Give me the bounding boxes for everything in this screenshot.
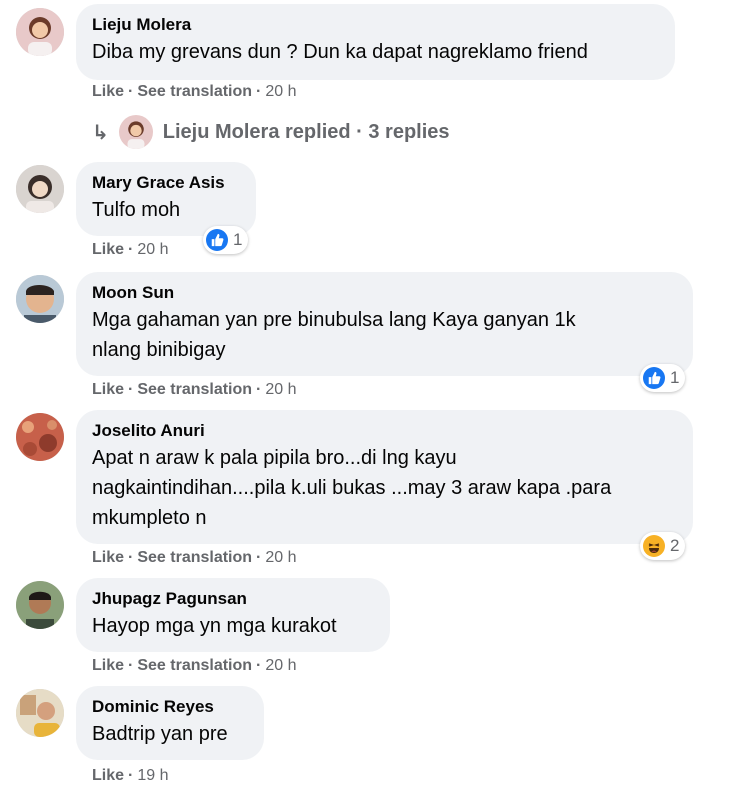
comment-text: Tulfo moh — [92, 199, 181, 221]
comment-author[interactable]: Jhupagz Pagunsan — [92, 589, 372, 609]
reaction-summary[interactable]: 1 — [203, 226, 249, 254]
separator: · — [128, 767, 134, 784]
timestamp[interactable]: 20 h — [265, 83, 296, 100]
comment-bubble: Lieju Molera Diba my grevans dun ? Dun k… — [76, 4, 675, 80]
comment-bubble: Joselito Anuri Apat n araw k pala pipila… — [76, 410, 693, 544]
like-link[interactable]: Like — [92, 83, 124, 100]
separator: · — [256, 657, 262, 674]
comment-bubble: Mary Grace Asis Tulfo moh — [76, 162, 256, 236]
comment-actions: Like · See translation · 20 h — [92, 380, 297, 400]
comment-bubble: Dominic Reyes Badtrip yan pre — [76, 686, 264, 760]
reaction-count: 2 — [670, 536, 680, 555]
timestamp[interactable]: 20 h — [137, 241, 168, 258]
like-link[interactable]: Like — [92, 657, 124, 674]
avatar[interactable] — [16, 689, 64, 737]
haha-icon — [643, 535, 665, 557]
comment-bubble: Moon Sun Mga gahaman yan pre binubulsa l… — [76, 272, 693, 376]
separator: · — [256, 83, 262, 100]
comment-author[interactable]: Lieju Molera — [92, 15, 657, 35]
separator: · — [128, 549, 134, 566]
like-icon — [206, 229, 228, 251]
avatar[interactable] — [16, 8, 64, 56]
comment-text: Apat n araw k pala pipila bro...di lng k… — [92, 447, 612, 529]
like-link[interactable]: Like — [92, 549, 124, 566]
see-translation-link[interactable]: See translation — [137, 549, 252, 566]
comment-text: Hayop mga yn mga kurakot — [92, 615, 337, 637]
separator: · — [256, 381, 262, 398]
see-translation-link[interactable]: See translation — [137, 381, 252, 398]
reply-arrow-icon: ↳ — [92, 121, 109, 144]
reaction-count: 1 — [670, 368, 680, 387]
comment-actions: Like · See translation · 20 h — [92, 548, 297, 568]
reaction-summary[interactable]: 2 — [640, 532, 686, 560]
view-replies-link[interactable]: ↳ Lieju Molera replied · 3 replies — [92, 114, 450, 150]
separator: · — [128, 83, 134, 100]
like-link[interactable]: Like — [92, 767, 124, 784]
comment-author[interactable]: Dominic Reyes — [92, 697, 246, 717]
separator: · — [128, 241, 134, 258]
timestamp[interactable]: 20 h — [265, 549, 296, 566]
separator: · — [128, 381, 134, 398]
reaction-count: 1 — [233, 230, 243, 249]
like-link[interactable]: Like — [92, 241, 124, 258]
comment-author[interactable]: Moon Sun — [92, 283, 675, 303]
comment-text: Badtrip yan pre — [92, 723, 228, 745]
timestamp[interactable]: 20 h — [265, 657, 296, 674]
separator: · — [128, 657, 134, 674]
comment-actions: Like · See translation · 20 h — [92, 82, 297, 102]
comment-text: Mga gahaman yan pre binubulsa lang Kaya … — [92, 309, 576, 361]
timestamp[interactable]: 19 h — [137, 767, 168, 784]
comment-text: Diba my grevans dun ? Dun ka dapat nagre… — [92, 41, 588, 63]
reaction-summary[interactable]: 1 — [640, 364, 686, 392]
like-link[interactable]: Like — [92, 381, 124, 398]
comment-actions: Like · 20 h — [92, 240, 168, 260]
replies-label: Lieju Molera replied · 3 replies — [162, 120, 450, 143]
comment-actions: Like · 19 h — [92, 766, 168, 786]
see-translation-link[interactable]: See translation — [137, 657, 252, 674]
avatar[interactable] — [16, 165, 64, 213]
comment-actions: Like · See translation · 20 h — [92, 656, 297, 676]
avatar[interactable] — [16, 275, 64, 323]
comment-author[interactable]: Joselito Anuri — [92, 421, 675, 441]
comment-author[interactable]: Mary Grace Asis — [92, 173, 238, 193]
timestamp[interactable]: 20 h — [265, 381, 296, 398]
comment-bubble: Jhupagz Pagunsan Hayop mga yn mga kurako… — [76, 578, 390, 652]
avatar[interactable] — [16, 581, 64, 629]
avatar — [118, 115, 153, 149]
separator: · — [256, 549, 262, 566]
see-translation-link[interactable]: See translation — [137, 83, 252, 100]
like-icon — [643, 367, 665, 389]
avatar[interactable] — [16, 413, 64, 461]
